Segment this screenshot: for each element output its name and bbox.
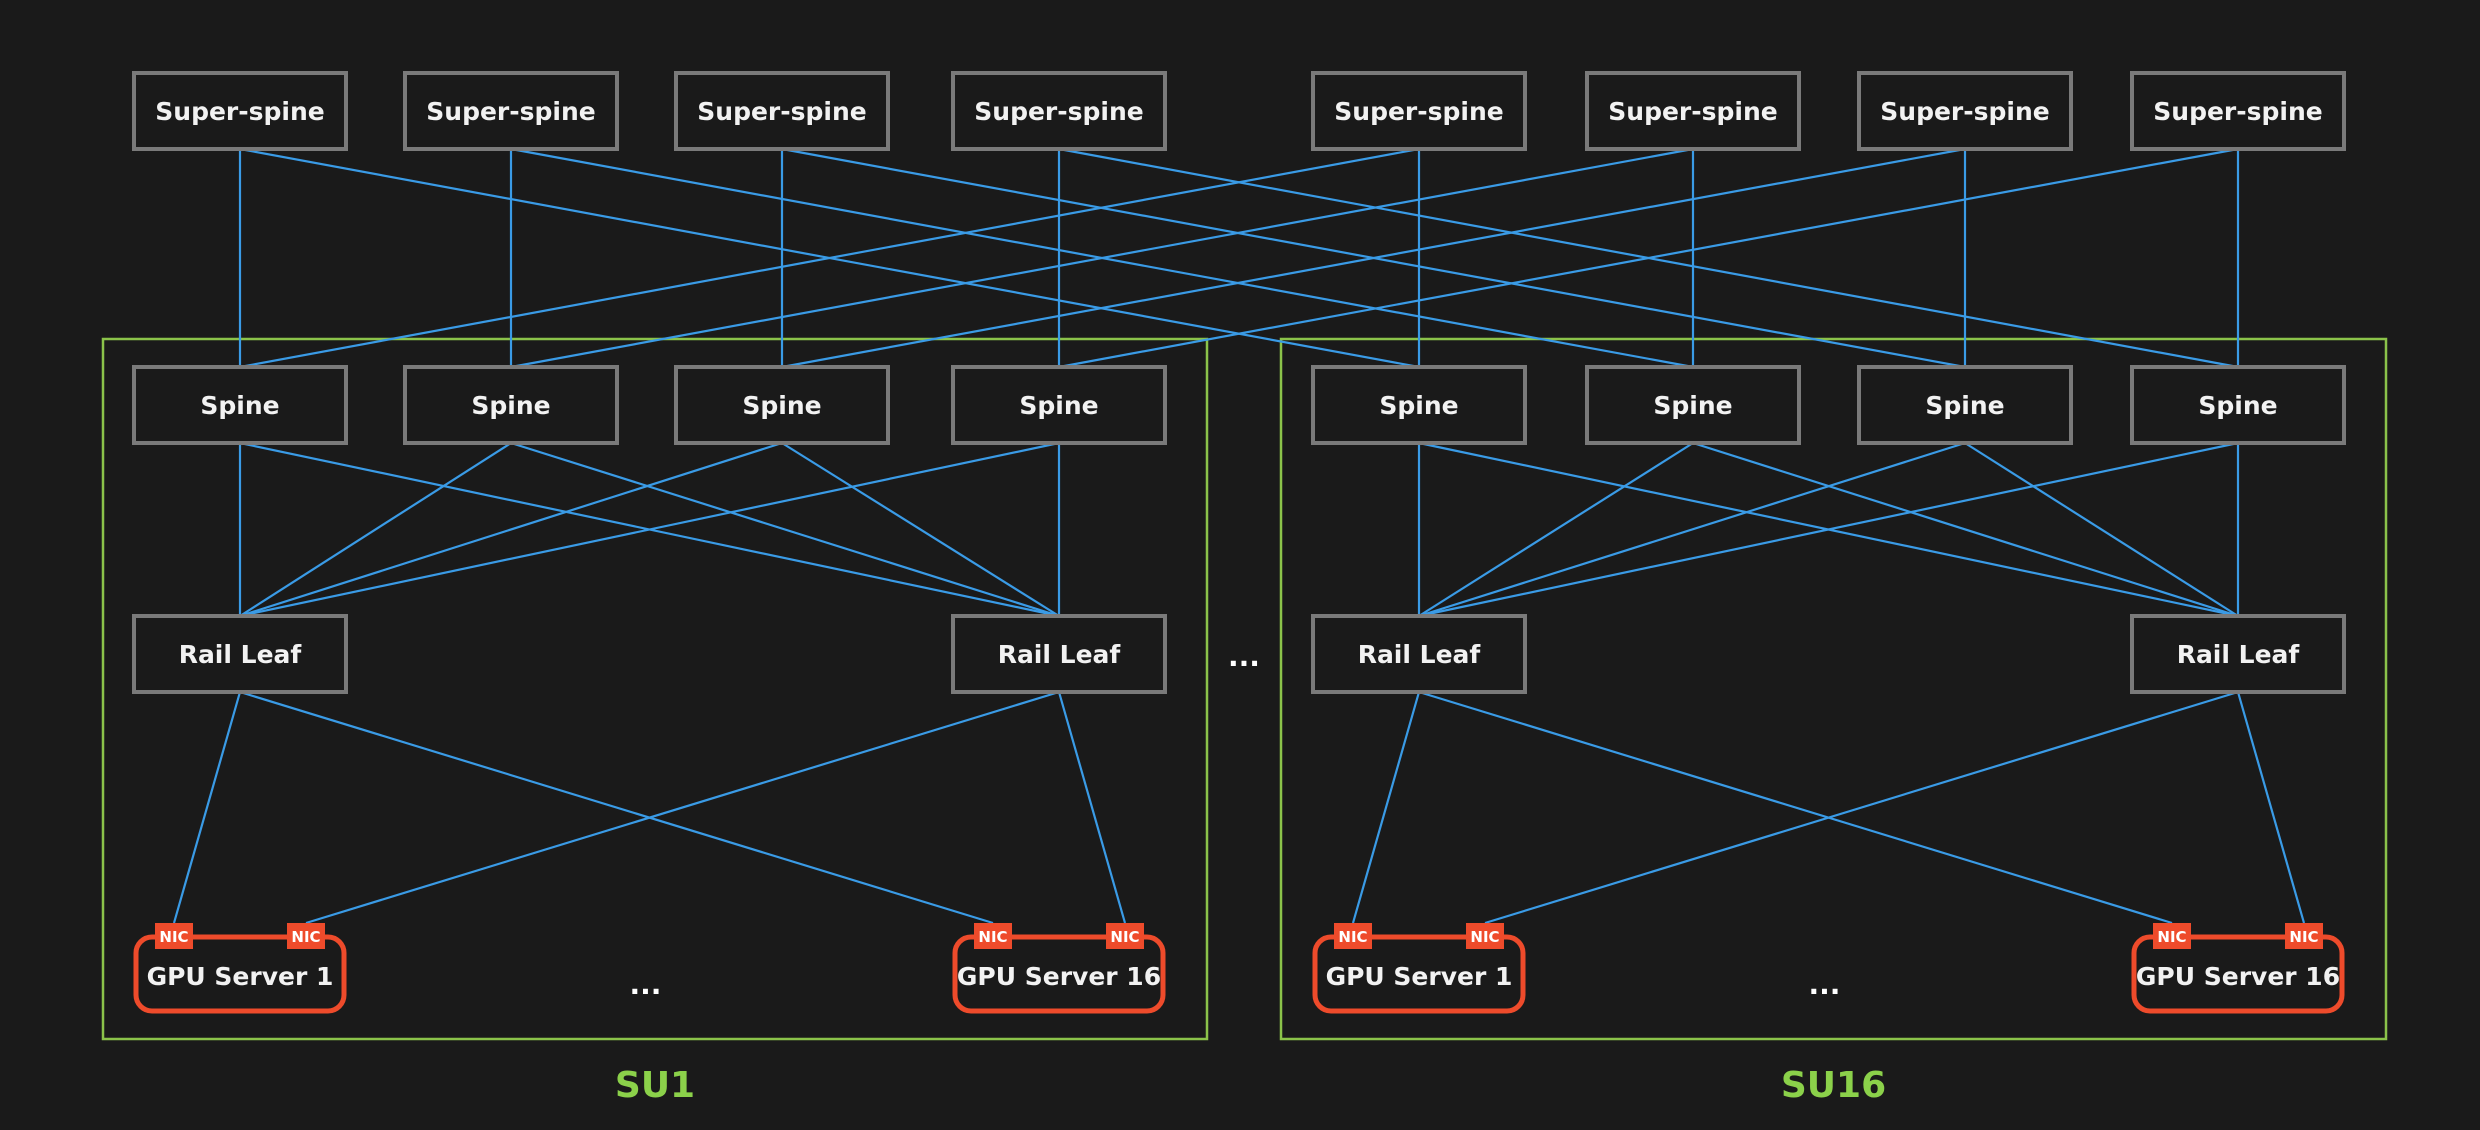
su16-servers-ellipsis: ... (1809, 968, 1841, 1001)
super-spine-7[interactable]: Super-spine (1857, 71, 2073, 151)
super-spine-1[interactable]: Super-spine (132, 71, 348, 151)
nic-label: NIC (159, 928, 188, 946)
su1-gpu-server-1[interactable]: GPU Server 1 NIC NIC (133, 923, 347, 1014)
su1-gpu-server-16-label: GPU Server 16 (957, 962, 1161, 991)
su1-spine-1[interactable]: Spine (132, 365, 348, 445)
su16-spine-4[interactable]: Spine (2130, 365, 2346, 445)
super-spine-2-label: Super-spine (426, 97, 595, 126)
su1-spine-3[interactable]: Spine (674, 365, 890, 445)
su16-spine-1[interactable]: Spine (1311, 365, 1527, 445)
nic-label: NIC (1470, 928, 1499, 946)
between-su-ellipsis: ... (1228, 640, 1260, 673)
su16-gpu-server-16-nic-2[interactable]: NIC (2285, 923, 2323, 949)
nic-label: NIC (1110, 928, 1139, 946)
su1-gpu-server-1-nic-1[interactable]: NIC (155, 923, 193, 949)
nic-label: NIC (291, 928, 320, 946)
network-topology-diagram: SU1 SU16 Super-spine Super-spine Super-spin… (0, 0, 2480, 1130)
su16-spine-1-label: Spine (1379, 391, 1458, 420)
super-spine-6-label: Super-spine (1608, 97, 1777, 126)
su1-spine-2-label: Spine (471, 391, 550, 420)
su1-rail-leaf-2[interactable]: Rail Leaf (951, 614, 1167, 694)
nic-label: NIC (2157, 928, 2186, 946)
super-spine-5[interactable]: Super-spine (1311, 71, 1527, 151)
nic-label: NIC (978, 928, 1007, 946)
su1-spine-4-label: Spine (1019, 391, 1098, 420)
su16-spine-3-label: Spine (1925, 391, 2004, 420)
su16-spine-4-label: Spine (2198, 391, 2277, 420)
super-spine-8-label: Super-spine (2153, 97, 2322, 126)
su1-gpu-server-16-nic-2[interactable]: NIC (1106, 923, 1144, 949)
super-spine-3[interactable]: Super-spine (674, 71, 890, 151)
super-spine-1-label: Super-spine (155, 97, 324, 126)
su1-gpu-server-1-label: GPU Server 1 (147, 962, 334, 991)
su16-gpu-server-1[interactable]: GPU Server 1 NIC NIC (1312, 923, 1526, 1014)
super-spine-4[interactable]: Super-spine (951, 71, 1167, 151)
su-label-su16: SU16 (1781, 1065, 1886, 1106)
su16-rail-leaf-2[interactable]: Rail Leaf (2130, 614, 2346, 694)
su16-spine-2[interactable]: Spine (1585, 365, 1801, 445)
background (0, 0, 2480, 1130)
su1-spine-4[interactable]: Spine (951, 365, 1167, 445)
su16-gpu-server-16-label: GPU Server 16 (2136, 962, 2340, 991)
su1-gpu-server-1-nic-2[interactable]: NIC (287, 923, 325, 949)
super-spine-5-label: Super-spine (1334, 97, 1503, 126)
super-spine-7-label: Super-spine (1880, 97, 2049, 126)
su1-rail-leaf-2-label: Rail Leaf (998, 640, 1122, 669)
su16-gpu-server-16-nic-1[interactable]: NIC (2153, 923, 2191, 949)
su1-spine-1-label: Spine (200, 391, 279, 420)
su16-spine-3[interactable]: Spine (1857, 365, 2073, 445)
super-spine-4-label: Super-spine (974, 97, 1143, 126)
su1-gpu-server-16-nic-1[interactable]: NIC (974, 923, 1012, 949)
su16-rail-leaf-1[interactable]: Rail Leaf (1311, 614, 1527, 694)
super-spine-3-label: Super-spine (697, 97, 866, 126)
su16-spine-2-label: Spine (1653, 391, 1732, 420)
su1-gpu-server-16[interactable]: GPU Server 16 NIC NIC (952, 923, 1166, 1014)
su16-gpu-server-16[interactable]: GPU Server 16 NIC NIC (2131, 923, 2345, 1014)
su-label-su1: SU1 (615, 1065, 695, 1106)
su1-rail-leaf-1[interactable]: Rail Leaf (132, 614, 348, 694)
su16-rail-leaf-2-label: Rail Leaf (2177, 640, 2301, 669)
nic-label: NIC (2289, 928, 2318, 946)
su16-gpu-server-1-nic-2[interactable]: NIC (1466, 923, 1504, 949)
super-spine-8[interactable]: Super-spine (2130, 71, 2346, 151)
su16-rail-leaf-1-label: Rail Leaf (1358, 640, 1482, 669)
nic-label: NIC (1338, 928, 1367, 946)
su16-gpu-server-1-nic-1[interactable]: NIC (1334, 923, 1372, 949)
su1-spine-3-label: Spine (742, 391, 821, 420)
su1-rail-leaf-1-label: Rail Leaf (179, 640, 303, 669)
super-spine-6[interactable]: Super-spine (1585, 71, 1801, 151)
super-spine-2[interactable]: Super-spine (403, 71, 619, 151)
su1-spine-2[interactable]: Spine (403, 365, 619, 445)
su16-gpu-server-1-label: GPU Server 1 (1326, 962, 1513, 991)
su1-servers-ellipsis: ... (630, 968, 662, 1001)
